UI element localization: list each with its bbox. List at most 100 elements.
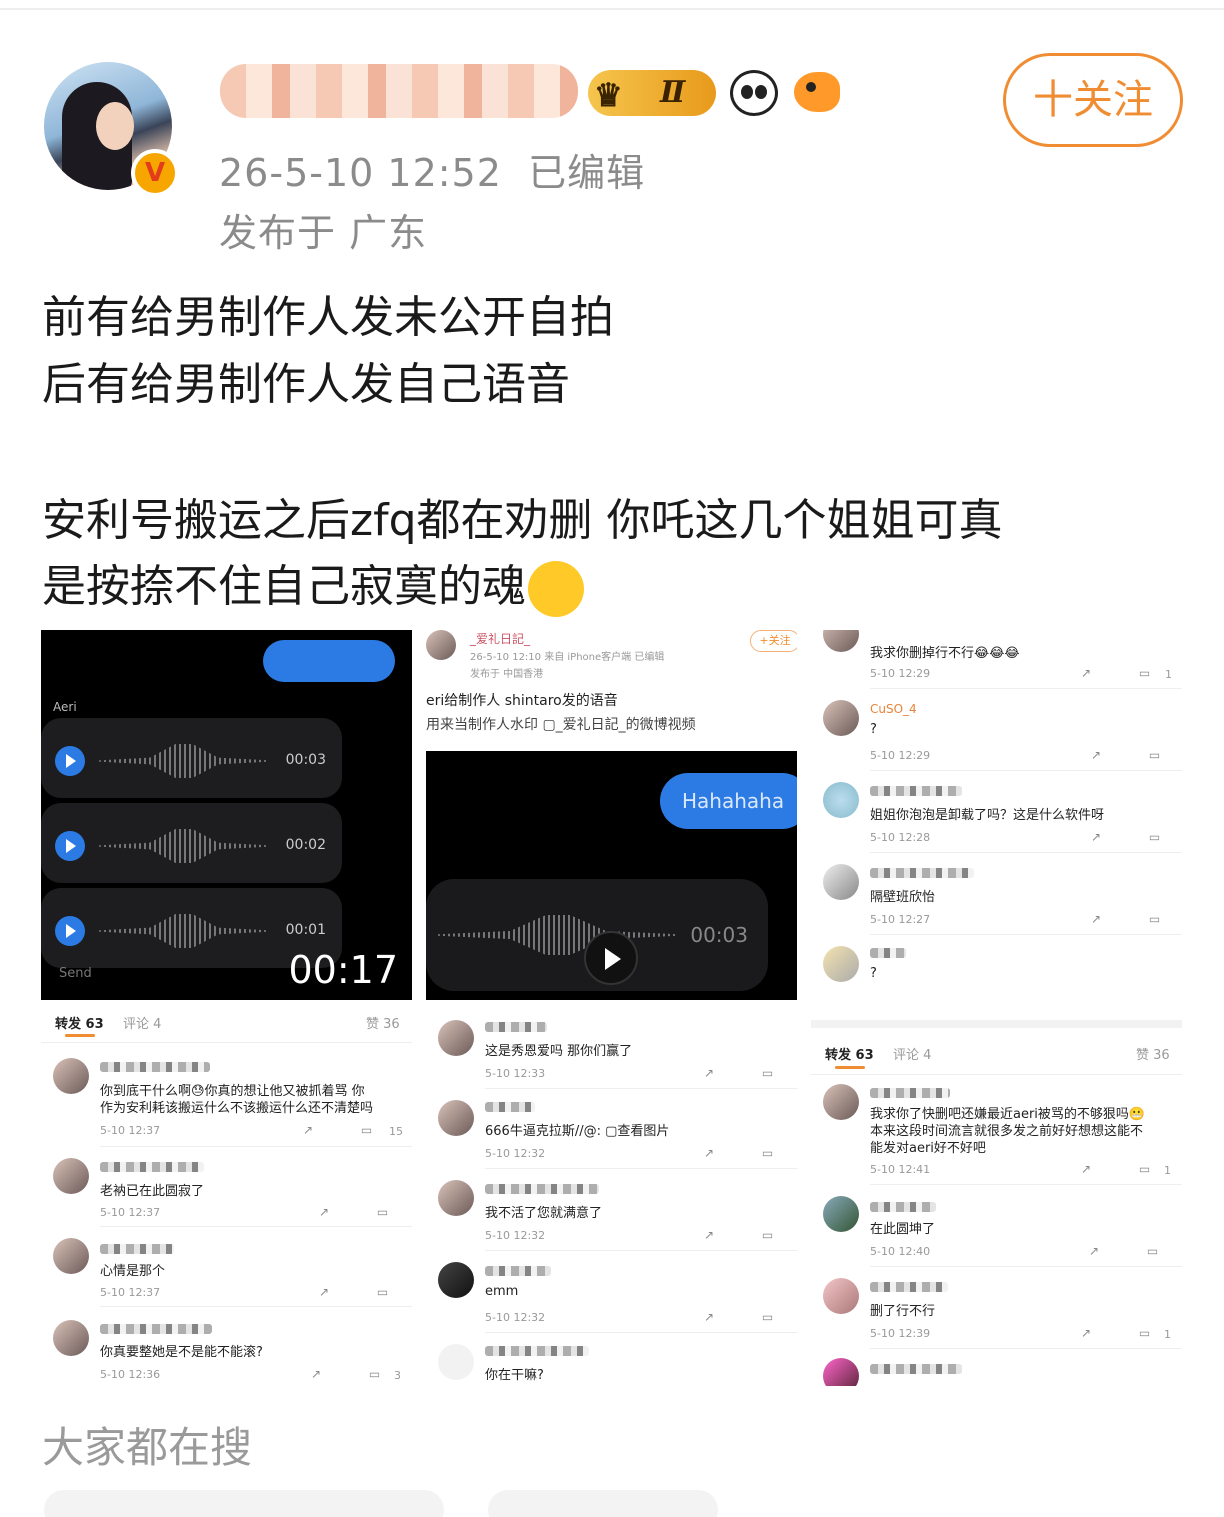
send-label: Send bbox=[59, 966, 92, 981]
comment-actions[interactable]: ↗ ▭ 👍 bbox=[319, 1285, 412, 1299]
comment-actions[interactable]: ↗ ▭ 👍 bbox=[704, 1228, 797, 1242]
avatar bbox=[823, 782, 859, 818]
username-blurred bbox=[870, 948, 906, 958]
avatar bbox=[53, 1158, 89, 1194]
level-badge[interactable]: ♛ Ⅱ bbox=[588, 70, 716, 116]
comment-text: ? bbox=[870, 966, 877, 981]
username-blurred bbox=[870, 1202, 936, 1212]
avatar bbox=[823, 1278, 859, 1314]
panda-icon bbox=[730, 70, 778, 116]
comment-actions[interactable]: ↗ ▭ 👍 bbox=[319, 1205, 412, 1219]
repost-meta: 26-5-10 12:10 来自 iPhone客户端 已编辑 bbox=[470, 652, 665, 663]
avatar bbox=[438, 1344, 474, 1380]
post-text-line: 后有给男制作人发自己语音 bbox=[42, 359, 570, 410]
comment-text: 能发对aeri好不好吧 bbox=[870, 1141, 986, 1156]
avatar bbox=[426, 630, 456, 660]
search-suggestion[interactable] bbox=[44, 1490, 444, 1517]
avatar bbox=[53, 1058, 89, 1094]
repost-text: 用来当制作人水印 ▢_爱礼日記_的微博视频 bbox=[426, 717, 696, 733]
play-icon[interactable] bbox=[55, 746, 85, 776]
avatar bbox=[53, 1238, 89, 1274]
voice-message[interactable]: 00:02 bbox=[41, 803, 342, 883]
follow-button[interactable]: 十关注 bbox=[1003, 53, 1183, 147]
tab-likes[interactable]: 赞 36 bbox=[1136, 1044, 1170, 1063]
laughing-emoji-icon bbox=[528, 561, 584, 617]
comment-text: 我求你删掉行不行😂😂😂 bbox=[870, 646, 1020, 661]
username-blurred bbox=[485, 1022, 547, 1032]
avatar bbox=[438, 1100, 474, 1136]
comment-text: 666牛逼克拉斯//@: ▢查看图片 bbox=[485, 1124, 670, 1139]
username-blurred bbox=[485, 1266, 551, 1276]
tab-reposts[interactable]: 转发 63 bbox=[825, 1044, 874, 1063]
tab-reposts[interactable]: 转发 63 bbox=[55, 1013, 104, 1032]
play-icon[interactable] bbox=[584, 931, 638, 985]
divider bbox=[811, 1020, 1182, 1028]
post-meta: 26-5-10 12:52 已编辑 bbox=[219, 142, 645, 197]
video-player[interactable]: Hahahaha 00:03 bbox=[426, 751, 797, 1000]
comment-text: 你真要整她是不是能不能滚? bbox=[100, 1345, 263, 1360]
comment-text: 这是秀恩爱吗 那你们赢了 bbox=[485, 1044, 633, 1059]
comment-actions[interactable]: ↗ ▭ 👍 bbox=[1091, 830, 1182, 844]
comment-actions[interactable]: ↗ ▭ 👍 bbox=[704, 1066, 797, 1080]
username-blurred bbox=[485, 1102, 535, 1112]
comment-text: 老衲已在此圆寂了 bbox=[100, 1184, 205, 1199]
username-blurred bbox=[870, 1282, 948, 1292]
username-blurred bbox=[870, 786, 962, 796]
tab-indicator bbox=[835, 1066, 865, 1069]
comment-text: 我不活了您就满意了 bbox=[485, 1206, 603, 1221]
tab-comments[interactable]: 评论 4 bbox=[893, 1044, 931, 1063]
avatar bbox=[438, 1262, 474, 1298]
comment-actions[interactable]: ↗ ▭ 👍 bbox=[1089, 1244, 1182, 1258]
comment-actions[interactable]: ↗ ▭ 👍 bbox=[1091, 912, 1182, 926]
username-blurred bbox=[100, 1062, 210, 1072]
play-icon[interactable] bbox=[55, 916, 85, 946]
username-blurred bbox=[870, 868, 974, 878]
comment-actions[interactable]: ↗ ▭ 👍 bbox=[704, 1146, 797, 1160]
image-comments-1[interactable]: 我求你删掉行不行😂😂😂 5-10 12:29 ↗ ▭ 👍 1 CuSO_4 ? … bbox=[811, 630, 1182, 1000]
tab-comments[interactable]: 评论 4 bbox=[123, 1013, 161, 1032]
image-comments-2[interactable]: 转发 63 评论 4 赞 36 你到底干什么啊😓你真的想让他又被抓着骂 你 作为… bbox=[41, 1008, 412, 1386]
avatar bbox=[823, 1196, 859, 1232]
image-comments-4[interactable]: 转发 63 评论 4 赞 36 我求你了快删吧还嫌最近aeri被骂的不够狠吗😬 … bbox=[811, 1008, 1182, 1386]
comment-actions[interactable]: ↗ ▭ 👍 bbox=[704, 1310, 797, 1324]
avatar bbox=[823, 630, 859, 652]
avatar bbox=[438, 1020, 474, 1056]
repost-location: 发布于 中国香港 bbox=[470, 669, 544, 680]
avatar bbox=[438, 1180, 474, 1216]
tab-likes[interactable]: 赞 36 bbox=[366, 1013, 400, 1032]
section-title: 大家都在搜 bbox=[42, 1423, 253, 1472]
waveform bbox=[99, 829, 269, 863]
avatar bbox=[823, 946, 859, 982]
post-text-line: 是按捺不住自己寂寞的魂 bbox=[42, 554, 584, 620]
username-blurred bbox=[485, 1184, 599, 1194]
comment-text: 作为安利耗该搬运什么不该搬运什么还不清楚吗 bbox=[100, 1101, 374, 1116]
follow-button[interactable]: +关注 bbox=[750, 630, 797, 652]
top-divider bbox=[0, 8, 1224, 10]
comment-text: 删了行不行 bbox=[870, 1304, 936, 1319]
search-suggestion[interactable] bbox=[488, 1490, 718, 1517]
voice-message[interactable]: 00:03 bbox=[41, 718, 342, 798]
image-voice-messages[interactable]: Aeri 00:03 00:02 00:01 Send 00:17 bbox=[41, 630, 412, 1000]
post-text-line: 安利号搬运之后zfq都在劝删 你吒这几个姐姐可真 bbox=[42, 495, 1003, 546]
comment-text: 你在干嘛? bbox=[485, 1368, 544, 1383]
avatar bbox=[823, 700, 859, 736]
repost-text: eri给制作人 shintaro发的语音 bbox=[426, 693, 618, 709]
avatar bbox=[823, 1358, 859, 1386]
image-comments-3[interactable]: 这是秀恩爱吗 那你们赢了 5-10 12:33 ↗ ▭ 👍 666牛逼克拉斯//… bbox=[426, 1008, 797, 1386]
avatar bbox=[53, 1320, 89, 1356]
sent-bubble bbox=[263, 640, 395, 682]
avatar bbox=[823, 1084, 859, 1120]
fish-icon bbox=[794, 72, 840, 112]
image-repost-video[interactable]: _爱礼日記_ 26-5-10 12:10 来自 iPhone客户端 已编辑 发布… bbox=[426, 630, 797, 1000]
username-blurred bbox=[870, 1364, 962, 1374]
username-blurred[interactable] bbox=[220, 64, 578, 118]
comment-actions[interactable]: ↗ ▭ 👍 bbox=[1091, 748, 1182, 762]
username-blurred bbox=[485, 1346, 589, 1356]
waveform bbox=[99, 744, 269, 778]
post-text-line: 前有给男制作人发未公开自拍 bbox=[42, 292, 614, 343]
avatar bbox=[823, 864, 859, 900]
play-icon[interactable] bbox=[55, 831, 85, 861]
edited-label[interactable]: 已编辑 bbox=[528, 151, 645, 195]
comment-text: 隔壁班欣怡 bbox=[870, 890, 936, 905]
video-length: 00:17 bbox=[288, 948, 398, 992]
